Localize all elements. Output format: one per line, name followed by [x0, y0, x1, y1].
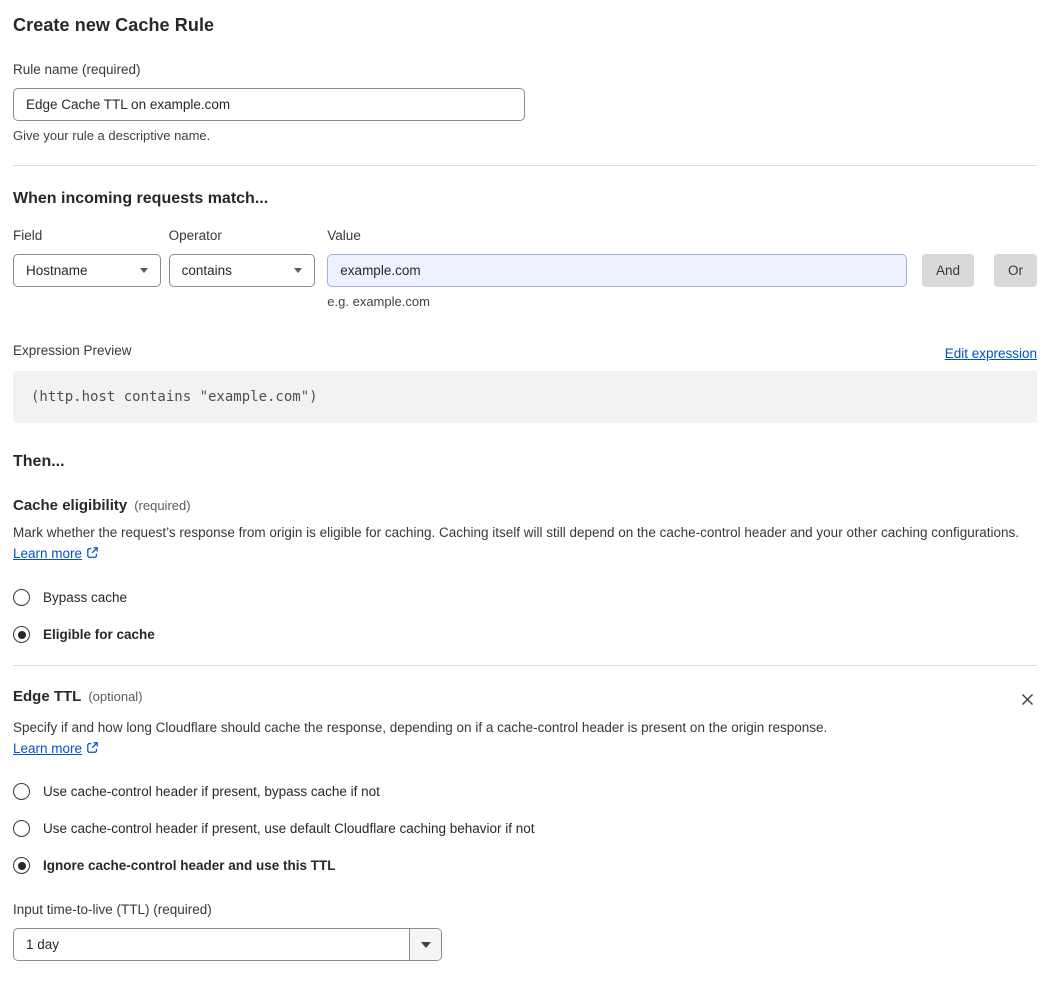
ttl-label: Input time-to-live (TTL) (required) [13, 902, 212, 917]
radio-circle-icon [13, 589, 30, 606]
operator-column: Operator contains [168, 226, 316, 287]
cache-eligibility-title-row: Cache eligibility (required) [13, 497, 1037, 514]
close-icon[interactable] [1018, 690, 1037, 709]
edit-expression-link[interactable]: Edit expression [945, 346, 1037, 361]
operator-select-value: contains [181, 263, 232, 278]
section-divider [13, 665, 1037, 666]
cache-eligibility-description: Mark whether the request’s response from… [13, 522, 1037, 565]
radio-circle-icon [13, 626, 30, 643]
field-label: Field [13, 228, 43, 243]
ttl-dropdown-button[interactable] [409, 929, 441, 960]
radio-use-header-default[interactable]: Use cache-control header if present, use… [13, 820, 1037, 837]
operator-select[interactable]: contains [168, 254, 316, 287]
value-label: Value [327, 228, 361, 243]
chevron-down-icon [139, 268, 148, 273]
value-help: e.g. example.com [327, 294, 430, 309]
section-divider [13, 165, 1037, 166]
edge-ttl-description: Specify if and how long Cloudflare shoul… [13, 717, 853, 760]
and-button[interactable]: And [921, 254, 974, 287]
expression-code-block: (http.host contains "example.com") [13, 371, 1037, 423]
rule-name-help: Give your rule a descriptive name. [13, 128, 211, 143]
rule-name-input[interactable] [13, 88, 525, 121]
or-button[interactable]: Or [994, 254, 1037, 287]
match-heading: When incoming requests match... [13, 190, 269, 207]
radio-use-header-bypass-label: Use cache-control header if present, byp… [43, 784, 380, 799]
radio-circle-icon [13, 783, 30, 800]
external-link-icon [86, 742, 99, 757]
edge-ttl-description-text: Specify if and how long Cloudflare shoul… [13, 720, 828, 735]
match-condition-row: Field Hostname Operator contains Value e… [13, 226, 1037, 309]
create-cache-rule-page: Create new Cache Rule Rule name (require… [0, 0, 1058, 991]
chevron-down-icon [294, 268, 303, 273]
radio-circle-icon [13, 857, 30, 874]
radio-circle-icon [13, 820, 30, 837]
radio-bypass-cache[interactable]: Bypass cache [13, 589, 1037, 606]
edge-ttl-optional-badge: (optional) [88, 689, 143, 704]
value-column: Value e.g. example.com [327, 226, 907, 309]
field-select-value: Hostname [26, 263, 88, 278]
edge-ttl-title: Edge TTL [13, 688, 82, 705]
cache-eligibility-required-badge: (required) [134, 498, 191, 513]
cache-eligibility-title: Cache eligibility [13, 497, 128, 514]
edge-ttl-title-row: Edge TTL (optional) [13, 688, 143, 705]
operator-label: Operator [168, 228, 222, 243]
learn-more-link[interactable]: Learn more [13, 741, 82, 756]
rule-name-label: Rule name (required) [13, 62, 141, 77]
learn-more-link[interactable]: Learn more [13, 546, 82, 561]
radio-ignore-header-ttl-label: Ignore cache-control header and use this… [43, 858, 336, 873]
ttl-select-value: 1 day [26, 937, 60, 952]
cache-eligibility-description-text: Mark whether the request’s response from… [13, 525, 1020, 540]
radio-ignore-header-ttl[interactable]: Ignore cache-control header and use this… [13, 857, 1037, 874]
value-input[interactable] [327, 254, 907, 287]
field-column: Field Hostname [13, 226, 161, 287]
radio-bypass-cache-label: Bypass cache [43, 590, 128, 605]
ttl-select[interactable]: 1 day [13, 928, 442, 961]
field-select[interactable]: Hostname [13, 254, 161, 287]
expression-preview-label: Expression Preview [13, 343, 132, 358]
external-link-icon [86, 547, 99, 562]
radio-eligible-for-cache[interactable]: Eligible for cache [13, 626, 1037, 643]
edge-ttl-header: Edge TTL (optional) [13, 688, 1037, 709]
conjunction-buttons: And Or [921, 254, 1037, 287]
radio-use-header-bypass[interactable]: Use cache-control header if present, byp… [13, 783, 1037, 800]
then-heading: Then... [13, 453, 65, 470]
radio-use-header-default-label: Use cache-control header if present, use… [43, 821, 535, 836]
expression-preview-header: Expression Preview Edit expression [13, 341, 1037, 361]
chevron-down-icon [420, 941, 431, 948]
page-title: Create new Cache Rule [13, 15, 215, 35]
radio-eligible-for-cache-label: Eligible for cache [43, 627, 155, 642]
